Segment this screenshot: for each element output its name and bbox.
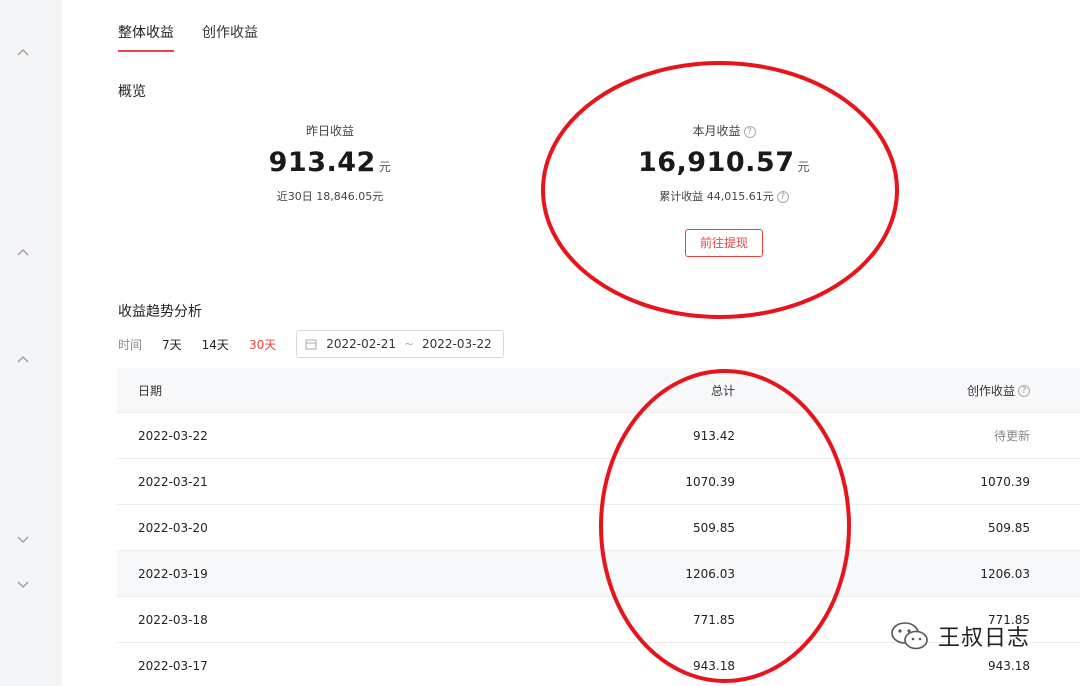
left-sidebar <box>0 0 62 686</box>
yesterday-income-label: 昨日收益 <box>305 124 354 138</box>
date-start: 2022-02-21 <box>326 337 396 351</box>
cell-creation-income: 943.18 <box>988 658 1030 673</box>
wechat-icon <box>891 622 928 650</box>
header-creation-income: 创作收益? <box>735 382 1030 399</box>
month-income-card: 本月收益? 16,910.57 元 累计收益 44,015.61元? 前往提现 <box>624 122 824 257</box>
cell-total: 913.42 <box>693 428 735 443</box>
question-icon[interactable]: ? <box>1018 385 1030 397</box>
cell-creation-income: 待更新 <box>993 429 1030 443</box>
question-icon[interactable]: ? <box>776 191 789 203</box>
chevron-down-icon[interactable] <box>16 577 30 591</box>
date-separator: ~ <box>403 337 415 351</box>
tab-bar: 整体收益 创作收益 <box>118 22 258 52</box>
yesterday-income-value: 913.42 元 <box>268 147 392 178</box>
cell-total: 1206.03 <box>685 566 735 581</box>
header-total: 总计 <box>710 383 735 398</box>
chevron-down-icon[interactable] <box>16 532 30 546</box>
watermark: 王叔日志 <box>890 620 1030 652</box>
watermark-text: 王叔日志 <box>938 626 1031 651</box>
month-income-label: 本月收益? <box>624 122 824 139</box>
calendar-icon <box>305 339 317 350</box>
cell-date: 2022-03-19 <box>138 566 208 581</box>
date-end: 2022-03-22 <box>422 337 492 351</box>
overview-title: 概览 <box>118 84 146 100</box>
table-row: 2022-03-21 1070.39 1070.39 <box>117 459 1080 505</box>
main-panel: 整体收益 创作收益 概览 昨日收益 913.42 元 近30日 18,846.05… <box>62 0 1080 686</box>
withdraw-button[interactable]: 前往提现 <box>685 229 763 257</box>
cell-date: 2022-03-18 <box>138 612 208 627</box>
date-range-picker[interactable]: 2022-02-21 ~ 2022-03-22 <box>296 330 505 358</box>
chevron-up-icon[interactable] <box>16 353 30 367</box>
cell-date: 2022-03-22 <box>138 428 208 443</box>
cell-total: 509.85 <box>693 520 735 535</box>
cell-date: 2022-03-21 <box>138 474 208 489</box>
table-row: 2022-03-22 913.42 待更新 <box>117 413 1080 459</box>
total-income: 累计收益 44,015.61元? <box>624 188 824 204</box>
cell-date: 2022-03-20 <box>138 520 208 535</box>
trend-title: 收益趋势分析 <box>118 304 202 320</box>
cell-total: 771.85 <box>693 612 735 627</box>
range-30-days[interactable]: 30天 <box>249 336 276 353</box>
time-filter-label: 时间 <box>118 337 143 352</box>
question-icon[interactable]: ? <box>743 125 756 138</box>
range-7-days[interactable]: 7天 <box>162 336 182 353</box>
header-date: 日期 <box>138 383 163 398</box>
chevron-up-icon[interactable] <box>16 246 30 260</box>
tab-overall-income[interactable]: 整体收益 <box>118 22 174 52</box>
cell-creation-income: 1070.39 <box>980 474 1030 489</box>
cell-date: 2022-03-17 <box>138 658 208 673</box>
month-income-value: 16,910.57 元 <box>637 147 811 178</box>
tab-creation-income[interactable]: 创作收益 <box>202 22 258 52</box>
table-row: 2022-03-20 509.85 509.85 <box>117 505 1080 551</box>
cell-total: 1070.39 <box>685 474 735 489</box>
yesterday-income-card: 昨日收益 913.42 元 近30日 18,846.05元 <box>230 122 430 204</box>
range-14-days[interactable]: 14天 <box>202 336 229 353</box>
cell-creation-income: 509.85 <box>988 520 1030 535</box>
last-30-days-income: 近30日 18,846.05元 <box>276 190 384 203</box>
cell-creation-income: 1206.03 <box>980 566 1030 581</box>
table-header: 日期 总计 创作收益? <box>117 368 1080 413</box>
cell-total: 943.18 <box>693 658 735 673</box>
table-row: 2022-03-19 1206.03 1206.03 <box>117 551 1080 597</box>
time-filter: 时间 7天 14天 30天 2022-02-21 ~ 2022-03-22 <box>118 330 505 358</box>
chevron-up-icon[interactable] <box>16 46 30 60</box>
